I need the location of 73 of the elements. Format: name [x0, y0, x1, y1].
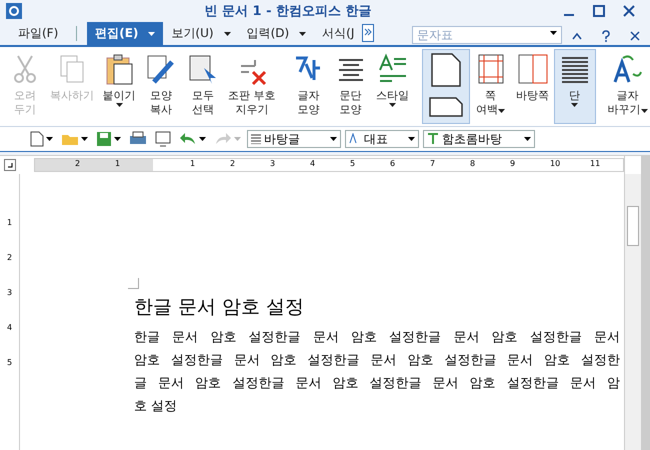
- font-select[interactable]: 함초롬바탕: [423, 130, 535, 148]
- ribbon-button[interactable]: 모양 복사: [140, 49, 182, 124]
- ribbon-button[interactable]: 쪽 여백: [470, 49, 512, 124]
- language-select[interactable]: 대표: [345, 130, 419, 148]
- ribbon-button[interactable]: 스타일: [372, 49, 414, 124]
- chevron-up-icon: [572, 32, 582, 40]
- maximize-icon: [593, 5, 605, 17]
- ruler-number: 3: [6, 288, 12, 297]
- lines-icon: [251, 134, 261, 144]
- tab-type-icon[interactable]: [4, 159, 16, 171]
- caret-icon: [81, 137, 88, 141]
- body-text-line: 암호 설정한글 문서 암호 설정한글 문서 암호 설정한글 문서 암호 설정한: [134, 352, 620, 370]
- document-heading: 한글 문서 암호 설정: [134, 295, 306, 320]
- caret-icon: [114, 137, 121, 141]
- ruler-number: 1: [6, 218, 12, 227]
- ruler-number: 1: [190, 159, 196, 168]
- ruler-number: 1: [115, 159, 120, 168]
- ruler-number: 2: [75, 159, 80, 168]
- ruler-number: 2: [6, 253, 12, 262]
- caret-icon: [234, 137, 241, 141]
- master-page-icon: [516, 52, 550, 86]
- ribbon-button[interactable]: 조판 부호 지우기: [224, 49, 280, 124]
- style-select[interactable]: 바탕글: [247, 130, 341, 148]
- open-folder-button[interactable]: [59, 132, 90, 146]
- body-text-line: 호 설정: [134, 398, 178, 416]
- caret-icon: [199, 137, 206, 141]
- caret-icon: [330, 137, 337, 141]
- close-icon: [630, 31, 640, 41]
- close-icon: [623, 5, 635, 17]
- save-button[interactable]: [94, 131, 123, 147]
- caret-icon: [408, 137, 415, 141]
- ribbon-button[interactable]: 바탕쪽: [512, 49, 554, 124]
- ruler-number: 9: [510, 159, 516, 168]
- minimize-icon: [564, 14, 574, 16]
- ribbon-button[interactable]: [422, 49, 470, 124]
- ruler-number: 4: [310, 159, 316, 168]
- ruler-number: 2: [230, 159, 236, 168]
- font-icon: [427, 133, 439, 145]
- caret-icon: [524, 137, 531, 141]
- ruler-number: 7: [430, 159, 436, 168]
- menu-tab[interactable]: 보기(U): [163, 22, 239, 45]
- ribbon-button[interactable]: 문단 모양: [330, 49, 372, 124]
- ruler-number: 10: [550, 159, 560, 168]
- menu-tab[interactable]: 파일(F): [10, 22, 66, 45]
- ruler-number: 11: [590, 159, 600, 168]
- preview-button[interactable]: [153, 131, 173, 147]
- search-field[interactable]: 문자표: [412, 26, 562, 44]
- ruler-number: 3: [270, 159, 276, 168]
- caret-icon: [550, 31, 558, 35]
- body-text-line: 글 문서 암호 설정한글 문서 암호 설정한글 문서 암호 설정한글 문서 암: [134, 375, 620, 393]
- menu-tab[interactable]: 입력(D): [238, 22, 314, 45]
- window-title: 빈 문서 1 - 한컴오피스 한글: [203, 3, 373, 20]
- more-tabs-button[interactable]: [362, 24, 374, 42]
- ribbon-button[interactable]: 글자 바꾸기: [604, 49, 650, 124]
- ribbon-button[interactable]: 글자 모양: [288, 49, 330, 124]
- menu-tab[interactable]: 편집(E): [87, 22, 164, 45]
- menu-tab[interactable]: 서식(J: [314, 22, 362, 45]
- ruler-number: 6: [390, 159, 396, 168]
- help-icon: [601, 30, 612, 42]
- app-logo-icon: [6, 3, 22, 19]
- ruler-number: 8: [470, 159, 476, 168]
- caret-icon: [46, 137, 53, 141]
- print-button[interactable]: [127, 131, 149, 147]
- double-chevron-icon: [364, 28, 372, 36]
- ruler-number: 5: [6, 358, 12, 367]
- ruler-number: 4: [6, 323, 12, 332]
- vertical-scrollbar[interactable]: [624, 174, 641, 450]
- ribbon-button[interactable]: 모두 선택: [182, 49, 224, 124]
- ribbon-button[interactable]: 붙이기: [98, 49, 140, 124]
- body-text-line: 한글 문서 암호 설정한글 문서 암호 설정한글 문서 암호 설정한글 문서: [134, 329, 620, 347]
- ribbon-button[interactable]: 단: [554, 49, 596, 124]
- ruler-number: 5: [350, 159, 356, 168]
- new-document-button[interactable]: [28, 131, 55, 147]
